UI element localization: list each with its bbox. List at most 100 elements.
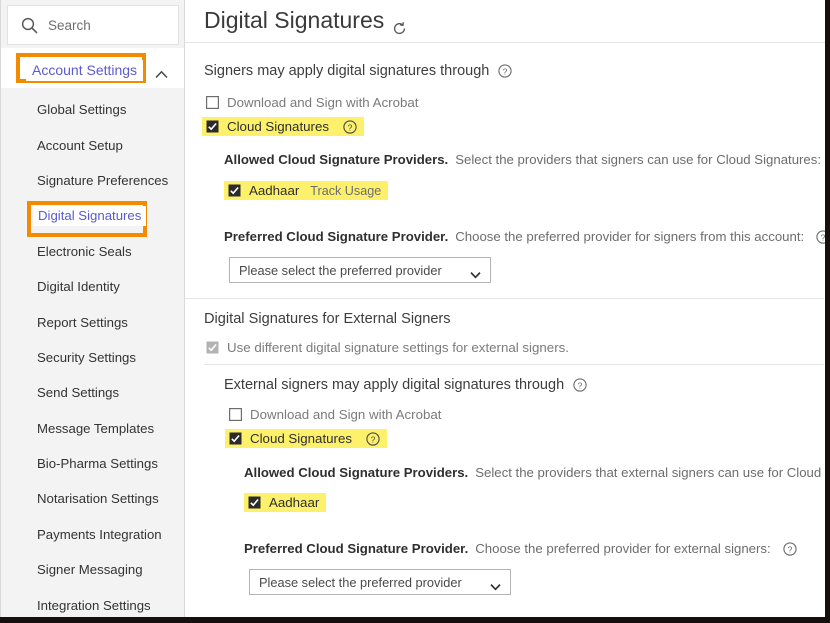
preferred-provider-desc: Choose the preferred provider for extern… bbox=[475, 541, 771, 556]
sidebar-item-label: Report Settings bbox=[37, 314, 128, 330]
checkbox-unchecked-icon[interactable] bbox=[229, 408, 243, 422]
checkbox-checked-icon[interactable] bbox=[229, 432, 242, 445]
sidebar-item-label: Signature Preferences bbox=[37, 172, 169, 188]
sidebar-item-signer-messaging[interactable]: Signer Messaging bbox=[0, 552, 184, 587]
section2-sub-heading-text: External signers may apply digital signa… bbox=[224, 377, 565, 393]
sidebar-item-digital-identity[interactable]: Digital Identity bbox=[0, 269, 184, 304]
checkbox-row-download-sign-acrobat[interactable]: Download and Sign with Acrobat bbox=[206, 95, 418, 110]
help-icon[interactable]: ? bbox=[816, 229, 825, 244]
help-icon[interactable]: ? bbox=[343, 119, 357, 134]
preferred-provider-dropdown-s2[interactable]: Please select the preferred provider bbox=[249, 569, 511, 595]
allowed-providers-label-s2: Allowed Cloud Signature Providers. Selec… bbox=[244, 465, 825, 480]
svg-text:?: ? bbox=[787, 544, 792, 554]
help-icon[interactable]: ? bbox=[366, 431, 380, 446]
section2-heading: Digital Signatures for External Signers bbox=[204, 311, 451, 327]
sidebar-item-label: Signer Messaging bbox=[37, 562, 143, 578]
section2-sub-heading: External signers may apply digital signa… bbox=[224, 377, 587, 393]
dropdown-value: Please select the preferred provider bbox=[239, 262, 442, 278]
sidebar-item-label: Message Templates bbox=[37, 420, 155, 436]
dropdown-value: Please select the preferred provider bbox=[259, 574, 462, 590]
provider-label: Aadhaar bbox=[269, 495, 320, 510]
section1-heading-text: Signers may apply digital signatures thr… bbox=[204, 63, 490, 79]
chevron-down-icon[interactable] bbox=[470, 267, 481, 279]
checkbox-row-use-different-settings[interactable]: Use different digital signature settings… bbox=[206, 340, 569, 355]
checkbox-row-cloud-signatures[interactable]: Cloud Signatures ? bbox=[202, 117, 365, 136]
preferred-provider-label-s1: Preferred Cloud Signature Provider. Choo… bbox=[224, 229, 825, 244]
checkbox-checked-disabled-icon[interactable] bbox=[206, 341, 219, 354]
sidebar: Search Account Settings Global Settings … bbox=[0, 0, 185, 617]
main-content: Digital Signatures Signers may apply dig… bbox=[185, 0, 825, 617]
allowed-providers-desc: Select the providers that signers can us… bbox=[455, 152, 822, 167]
sidebar-item-integration-settings[interactable]: Integration Settings bbox=[0, 587, 184, 617]
allowed-providers-strong: Allowed Cloud Signature Providers. bbox=[224, 152, 449, 167]
checkbox-row-provider-aadhaar-s1[interactable]: Aadhaar Track Usage bbox=[224, 181, 389, 200]
checkbox-label: Download and Sign with Acrobat bbox=[250, 407, 442, 422]
title-divider bbox=[185, 42, 825, 43]
page-title-text: Digital Signatures bbox=[204, 7, 385, 33]
svg-text:?: ? bbox=[371, 434, 376, 444]
svg-text:?: ? bbox=[821, 232, 825, 242]
sidebar-item-label: Security Settings bbox=[37, 349, 136, 365]
allowed-providers-desc: Select the providers that external signe… bbox=[475, 465, 825, 480]
sidebar-item-label: Integration Settings bbox=[37, 597, 151, 613]
sidebar-item-label: Account Setup bbox=[37, 137, 123, 153]
checkbox-label: Cloud Signatures bbox=[250, 431, 353, 446]
sidebar-item-label: Digital Signatures bbox=[33, 205, 147, 226]
sidebar-item-label: Payments Integration bbox=[37, 526, 162, 542]
checkbox-label: Download and Sign with Acrobat bbox=[227, 95, 419, 110]
checkbox-label: Cloud Signatures bbox=[227, 119, 330, 134]
sidebar-item-label: Send Settings bbox=[37, 385, 120, 401]
page-title: Digital Signatures bbox=[204, 7, 407, 35]
sidebar-item-security-settings[interactable]: Security Settings bbox=[0, 340, 184, 375]
allowed-providers-strong: Allowed Cloud Signature Providers. bbox=[244, 465, 469, 480]
preferred-provider-strong: Preferred Cloud Signature Provider. bbox=[224, 229, 449, 244]
checkbox-row-provider-aadhaar-s2[interactable]: Aadhaar bbox=[244, 493, 327, 512]
sidebar-item-label: Bio-Pharma Settings bbox=[37, 456, 158, 472]
help-icon[interactable]: ? bbox=[783, 541, 797, 556]
sidebar-item-label: Global Settings bbox=[37, 102, 127, 118]
app-window: Search Account Settings Global Settings … bbox=[0, 0, 830, 623]
sidebar-item-bio-pharma-settings[interactable]: Bio-Pharma Settings bbox=[0, 446, 184, 481]
section1-heading: Signers may apply digital signatures thr… bbox=[204, 63, 512, 79]
help-icon[interactable]: ? bbox=[498, 64, 512, 78]
track-usage-link[interactable]: Track Usage bbox=[310, 184, 381, 198]
sidebar-item-electronic-seals[interactable]: Electronic Seals bbox=[0, 234, 184, 269]
section-divider-2 bbox=[204, 364, 824, 365]
sidebar-item-account-setup[interactable]: Account Setup bbox=[0, 127, 184, 162]
checkbox-checked-icon[interactable] bbox=[228, 184, 241, 197]
sidebar-item-report-settings[interactable]: Report Settings bbox=[0, 304, 184, 339]
checkbox-checked-icon[interactable] bbox=[206, 120, 219, 133]
sidebar-item-send-settings[interactable]: Send Settings bbox=[0, 375, 184, 410]
svg-text:?: ? bbox=[348, 122, 353, 132]
checkbox-row-download-sign-acrobat-ext[interactable]: Download and Sign with Acrobat bbox=[229, 407, 441, 422]
sidebar-group-label[interactable]: Account Settings bbox=[26, 60, 144, 81]
help-icon[interactable]: ? bbox=[573, 378, 587, 392]
preferred-provider-strong: Preferred Cloud Signature Provider. bbox=[244, 541, 469, 556]
provider-label: Aadhaar bbox=[249, 183, 300, 198]
search-input[interactable]: Search bbox=[7, 5, 179, 45]
checkbox-unchecked-icon[interactable] bbox=[206, 96, 220, 110]
section-divider-1 bbox=[185, 298, 824, 299]
checkbox-checked-icon[interactable] bbox=[248, 496, 261, 509]
chevron-up-icon[interactable] bbox=[155, 66, 168, 79]
allowed-providers-label-s1: Allowed Cloud Signature Providers. Selec… bbox=[224, 152, 825, 167]
preferred-provider-desc: Choose the preferred provider for signer… bbox=[455, 229, 805, 244]
search-icon bbox=[21, 17, 38, 34]
svg-text:?: ? bbox=[578, 380, 583, 390]
sidebar-item-message-templates[interactable]: Message Templates bbox=[0, 411, 184, 446]
sidebar-item-label: Notarisation Settings bbox=[37, 491, 159, 507]
refresh-icon[interactable] bbox=[392, 15, 407, 35]
sidebar-item-global-settings[interactable]: Global Settings bbox=[0, 92, 184, 127]
sidebar-nav: Global Settings Account Setup Signature … bbox=[0, 92, 184, 617]
sidebar-item-signature-preferences[interactable]: Signature Preferences bbox=[0, 163, 184, 198]
chevron-down-icon[interactable] bbox=[490, 579, 501, 591]
checkbox-row-cloud-signatures-ext[interactable]: Cloud Signatures ? bbox=[225, 429, 388, 448]
preferred-provider-label-s2: Preferred Cloud Signature Provider. Choo… bbox=[244, 541, 797, 556]
sidebar-item-label: Digital Identity bbox=[37, 279, 120, 295]
sidebar-item-payments-integration[interactable]: Payments Integration bbox=[0, 517, 184, 552]
svg-text:?: ? bbox=[503, 66, 508, 76]
preferred-provider-dropdown-s1[interactable]: Please select the preferred provider bbox=[229, 257, 491, 283]
sidebar-item-notarisation-settings[interactable]: Notarisation Settings bbox=[0, 481, 184, 516]
sidebar-item-label: Electronic Seals bbox=[37, 243, 132, 259]
checkbox-label: Use different digital signature settings… bbox=[227, 340, 569, 355]
